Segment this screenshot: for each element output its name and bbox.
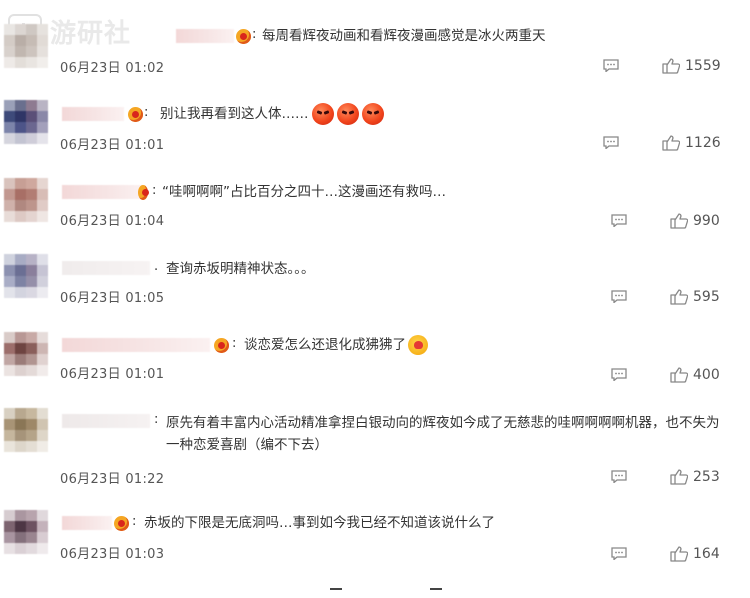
like-count: 595	[693, 289, 720, 305]
avatar[interactable]	[4, 24, 48, 68]
comment-item: . 查询赤坂明精神状态。。。 06月23日 01:05 595	[0, 250, 750, 314]
comment-text: 每周看辉夜动画和看辉夜漫画感觉是冰火两重天	[262, 28, 546, 44]
like-count: 990	[693, 213, 720, 229]
colon-separator: :	[152, 183, 157, 198]
avatar[interactable]	[4, 254, 48, 298]
comment-time: 06月23日 01:01	[60, 138, 165, 153]
blush-emoji	[408, 335, 428, 355]
comment-time: 06月23日 01:22	[60, 472, 165, 487]
thumbs-up-icon[interactable]	[662, 57, 680, 74]
colon-separator: :	[252, 27, 257, 42]
reply-icon[interactable]	[611, 368, 627, 381]
thumbs-up-icon[interactable]	[670, 212, 688, 229]
thumbs-up-icon[interactable]	[670, 288, 688, 305]
comment-time: 06月23日 01:05	[60, 291, 165, 306]
username-blurred[interactable]	[176, 29, 234, 43]
colon-separator: .	[154, 259, 159, 274]
vip-badge-icon	[128, 107, 143, 122]
username-blurred[interactable]	[62, 107, 124, 121]
avatar[interactable]	[4, 332, 48, 376]
vip-badge-icon	[214, 338, 229, 353]
comment-body: 别让我再看到这人体……	[160, 106, 309, 122]
comment-item: : 每周看辉夜动画和看辉夜漫画感觉是冰火两重天 06月23日 01:02 155…	[0, 18, 750, 82]
angry-emoji	[311, 103, 334, 125]
avatar[interactable]	[4, 510, 48, 554]
comment-item: : 谈恋爱怎么还退化成狒狒了 06月23日 01:01 400	[0, 326, 750, 390]
thumbs-up-icon[interactable]	[670, 545, 688, 562]
colon-separator: :	[144, 105, 149, 120]
vip-badge-icon	[114, 516, 129, 531]
reply-icon[interactable]	[611, 547, 627, 560]
thumbs-up-icon[interactable]	[670, 468, 688, 485]
vip-badge-icon	[138, 185, 149, 200]
reply-icon[interactable]	[611, 290, 627, 303]
comment-text: 赤坂的下限是无底洞吗…事到如今我已经不知道该说什么了	[144, 515, 495, 531]
colon-separator: :	[154, 412, 159, 427]
comment-item: : “哇啊啊啊”占比百分之四十…这漫画还有救吗… 06月23日 01:04 99…	[0, 174, 750, 238]
reply-icon[interactable]	[611, 470, 627, 483]
like-count: 400	[693, 367, 720, 383]
comment-item: : 原先有着丰富内心活动精准拿捏白银动向的辉夜如今成了无慈悲的哇啊啊啊啊机器，也…	[0, 404, 750, 492]
angry-emoji	[336, 103, 359, 125]
like-count: 1126	[685, 135, 721, 151]
comment-item: : 别让我再看到这人体…… 06月23日 01:01 1126	[0, 96, 750, 160]
username-blurred[interactable]	[62, 414, 150, 428]
colon-separator: :	[132, 514, 137, 529]
comment-time: 06月23日 01:04	[60, 214, 165, 229]
comment-text: 原先有着丰富内心活动精准拿捏白银动向的辉夜如今成了无慈悲的哇啊啊啊啊机器，也不失…	[166, 415, 720, 453]
avatar[interactable]	[4, 178, 48, 222]
comment-text: 谈恋爱怎么还退化成狒狒了	[244, 334, 428, 356]
thumbs-up-icon[interactable]	[670, 366, 688, 383]
comment-item: : 赤坂的下限是无底洞吗…事到如今我已经不知道该说什么了 06月23日 01:0…	[0, 506, 750, 570]
divider	[430, 588, 442, 590]
comment-time: 06月23日 01:02	[60, 61, 165, 76]
username-blurred[interactable]	[62, 261, 150, 275]
comment-body: 谈恋爱怎么还退化成狒狒了	[244, 337, 406, 353]
vip-badge-icon	[236, 29, 251, 44]
comment-time: 06月23日 01:03	[60, 547, 165, 562]
reply-icon[interactable]	[603, 136, 619, 149]
like-count: 164	[693, 546, 720, 562]
colon-separator: :	[232, 336, 237, 351]
divider	[330, 588, 342, 590]
like-count: 253	[693, 469, 720, 485]
comment-text: 查询赤坂明精神状态。。。	[166, 261, 315, 277]
reply-icon[interactable]	[603, 59, 619, 72]
avatar[interactable]	[4, 408, 48, 452]
comment-time: 06月23日 01:01	[60, 367, 165, 382]
angry-emoji	[361, 103, 384, 125]
username-blurred[interactable]	[62, 338, 210, 352]
username-blurred[interactable]	[62, 185, 144, 199]
comment-text: 别让我再看到这人体……	[160, 103, 384, 125]
like-count: 1559	[685, 58, 721, 74]
username-blurred[interactable]	[62, 516, 112, 530]
reply-icon[interactable]	[611, 214, 627, 227]
thumbs-up-icon[interactable]	[662, 134, 680, 151]
avatar[interactable]	[4, 100, 48, 144]
comment-text: “哇啊啊啊”占比百分之四十…这漫画还有救吗…	[162, 184, 446, 200]
